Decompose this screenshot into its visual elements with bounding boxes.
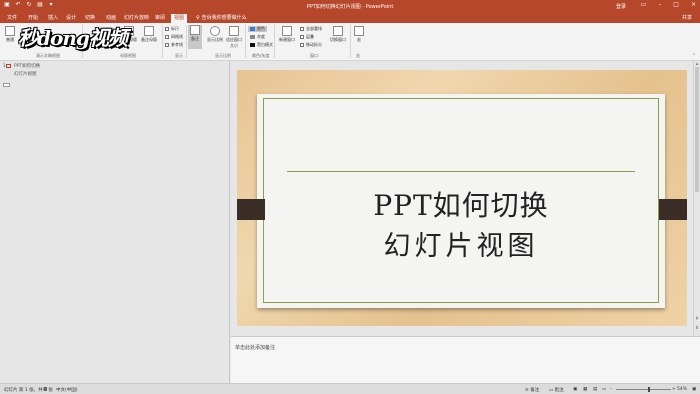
group-master-views: 母版视图 bbox=[120, 53, 136, 58]
zoom-slider[interactable] bbox=[616, 389, 671, 390]
watermark-logo: 秒dong视频 bbox=[18, 26, 128, 50]
slide-paper: PPT如何切换 幻灯片视图 bbox=[257, 94, 665, 308]
slide-sorter-icon[interactable]: ▦ bbox=[583, 387, 587, 392]
outline-slide-2-marker[interactable] bbox=[3, 83, 10, 87]
black-white-button[interactable]: 黑白模式 bbox=[250, 42, 273, 48]
left-clip bbox=[237, 199, 265, 220]
right-clip bbox=[659, 199, 687, 220]
slide-icon bbox=[6, 64, 11, 68]
next-slide-icon[interactable]: ⇟ bbox=[694, 325, 700, 331]
move-split-button[interactable]: 移动拆分 bbox=[300, 42, 322, 48]
slide-stage: PPT如何切换 幻灯片视图 bbox=[231, 61, 700, 336]
color-button[interactable]: 颜色 bbox=[248, 26, 267, 32]
macros-icon bbox=[354, 26, 364, 36]
window-title: PPT如何切换幻灯片视图 - PowerPoint bbox=[306, 4, 394, 10]
tell-me-box[interactable]: ♀ 告诉我你想要做什么 bbox=[196, 14, 247, 22]
zoom-in-icon[interactable]: + bbox=[672, 387, 676, 392]
gridlines-checkbox[interactable]: 网格线 bbox=[165, 34, 183, 40]
close-icon[interactable]: × bbox=[691, 2, 696, 8]
notes-master-icon bbox=[144, 26, 154, 36]
new-window-button[interactable]: 新建窗口 bbox=[277, 26, 297, 43]
notes-pane[interactable]: 单击此处添加备注 bbox=[231, 336, 700, 383]
cascade-icon bbox=[300, 35, 304, 39]
arrange-all-button[interactable]: 全部重排 bbox=[300, 26, 322, 32]
status-bar: 幻灯片 第 1 张，共 2 张 ▦ 中文(中国) ≡ 备注 ▭ 批注 ▣ ▦ ▤… bbox=[0, 383, 700, 394]
black-white-icon bbox=[250, 43, 255, 47]
zoom-level[interactable]: 54% bbox=[677, 387, 687, 392]
group-color: 颜色/灰度 bbox=[252, 53, 270, 58]
slideshow-icon[interactable]: ▭ bbox=[602, 387, 606, 392]
fit-slide-icon[interactable]: ▣ bbox=[692, 387, 696, 392]
outline-title-line1[interactable]: PPT如何切换 bbox=[14, 63, 40, 69]
lightbulb-icon: ♀ bbox=[196, 14, 200, 21]
title-bar: ▣ ↶ ↻ ▤ ▾ PPT如何切换幻灯片视图 - PowerPoint 登录 ▭… bbox=[0, 0, 700, 12]
vertical-scrollbar[interactable]: ▴ ⇞ ⇟ bbox=[693, 61, 700, 336]
fit-window-icon bbox=[229, 26, 239, 36]
tell-me-text: 告诉我你想要做什么 bbox=[201, 15, 247, 21]
notes-button[interactable]: 备注 bbox=[188, 25, 202, 49]
collapse-ribbon-icon[interactable]: ⌃ bbox=[692, 53, 696, 59]
slide-title-line1[interactable]: PPT如何切换 bbox=[257, 184, 665, 224]
share-button[interactable]: 共享 bbox=[682, 14, 692, 21]
cascade-button[interactable]: 层叠 bbox=[300, 34, 314, 40]
comments-toggle[interactable]: ▭ 批注 bbox=[549, 387, 564, 393]
notes-master-button[interactable]: 备注母版 bbox=[140, 26, 158, 43]
group-presentation-views: 演示文稿视图 bbox=[36, 53, 60, 58]
arrange-all-icon bbox=[300, 27, 304, 31]
notes-placeholder[interactable]: 单击此处添加备注 bbox=[235, 344, 275, 351]
outline-title-line2[interactable]: 幻灯片视图 bbox=[14, 71, 37, 77]
group-macros: 宏 bbox=[356, 53, 360, 58]
ribbon-options-icon[interactable]: ▭ bbox=[641, 2, 647, 8]
switch-windows-icon bbox=[333, 26, 343, 36]
switch-windows-button[interactable]: 切换窗口 bbox=[328, 26, 348, 43]
group-window: 窗口 bbox=[310, 53, 318, 58]
normal-view-status-icon[interactable]: ▣ bbox=[573, 387, 577, 392]
zoom-icon bbox=[210, 26, 220, 36]
macros-button[interactable]: 宏 bbox=[353, 26, 365, 43]
new-window-icon bbox=[282, 26, 292, 36]
sign-in-link[interactable]: 登录 bbox=[616, 3, 626, 10]
grayscale-button[interactable]: 灰度 bbox=[250, 34, 265, 40]
ruler-checkbox[interactable]: 标尺 bbox=[165, 26, 179, 32]
outline-pane[interactable]: 1 PPT如何切换 幻灯片视图 bbox=[0, 61, 230, 383]
window-controls: ▭ – □ × bbox=[641, 2, 696, 8]
move-split-icon bbox=[300, 43, 304, 47]
normal-view-icon bbox=[5, 26, 15, 36]
tab-review[interactable]: 审阅 bbox=[152, 14, 168, 23]
notes-toggle[interactable]: ≡ 备注 bbox=[525, 387, 539, 393]
group-show: 显示 bbox=[175, 53, 183, 58]
normal-view-button[interactable]: 普通 bbox=[3, 26, 17, 43]
powerpoint-window: ▣ ↶ ↻ ▤ ▾ PPT如何切换幻灯片视图 - PowerPoint 登录 ▭… bbox=[0, 0, 700, 394]
color-icon bbox=[250, 27, 255, 31]
grayscale-icon bbox=[250, 35, 255, 39]
group-zoom: 显示比例 bbox=[215, 53, 231, 58]
minimize-icon[interactable]: – bbox=[658, 2, 661, 8]
zoom-out-icon[interactable]: – bbox=[610, 387, 612, 392]
guides-checkbox[interactable]: 参考线 bbox=[165, 42, 183, 48]
reading-view-icon[interactable]: ▤ bbox=[593, 387, 597, 392]
prev-slide-icon[interactable]: ⇞ bbox=[694, 316, 700, 322]
maximize-icon[interactable]: □ bbox=[673, 2, 679, 8]
title-rule bbox=[287, 171, 635, 172]
fit-to-window-button[interactable]: 适应窗口大小 bbox=[225, 26, 243, 49]
scroll-thumb[interactable] bbox=[695, 67, 699, 192]
slide-canvas[interactable]: PPT如何切换 幻灯片视图 bbox=[237, 70, 687, 326]
zoom-button[interactable]: 显示比例 bbox=[205, 26, 225, 43]
zoom-slider-thumb[interactable] bbox=[648, 387, 650, 392]
language-indicator[interactable]: 中文(中国) bbox=[56, 387, 78, 393]
tab-view[interactable]: 视图 bbox=[171, 14, 188, 23]
slide-title-line2[interactable]: 幻灯片视图 bbox=[257, 224, 665, 263]
notes-icon bbox=[190, 25, 200, 35]
spelling-icon[interactable]: ▦ bbox=[43, 387, 47, 392]
